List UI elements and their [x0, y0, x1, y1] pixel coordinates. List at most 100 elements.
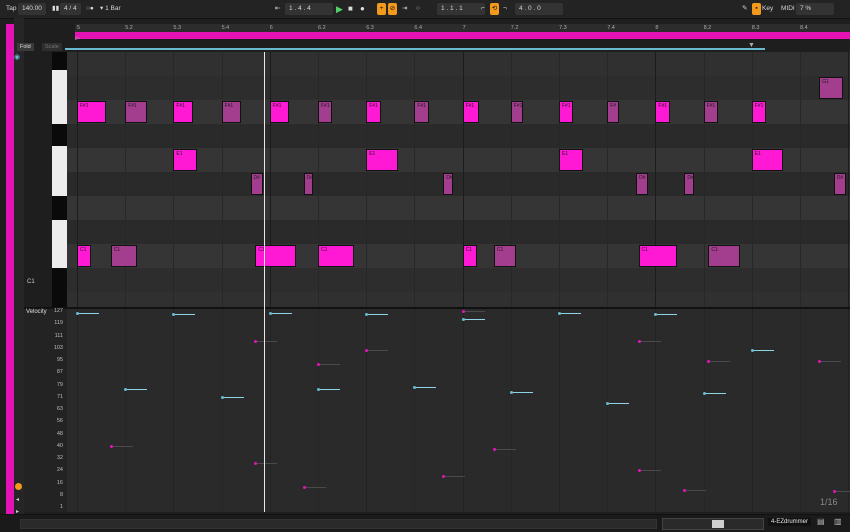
velocity-handle[interactable] [317, 362, 320, 366]
quantize-select[interactable]: ▾ 1 Bar [100, 3, 121, 15]
midi-note[interactable]: F#1 [559, 101, 574, 123]
black-key[interactable] [52, 196, 67, 220]
midi-note[interactable]: F#1 [269, 101, 290, 123]
groove-icon[interactable]: ○● [86, 3, 94, 15]
midi-note[interactable]: D# [303, 173, 314, 195]
scale-button[interactable]: Scale [42, 43, 62, 51]
velocity-marker[interactable] [461, 310, 485, 313]
pitch-lane[interactable] [67, 76, 850, 100]
velocity-marker[interactable] [654, 313, 678, 317]
play-button[interactable]: ▶ [336, 3, 343, 15]
midi-note[interactable]: F#1 [125, 101, 147, 123]
pitch-lane[interactable] [67, 172, 850, 196]
black-key[interactable] [52, 124, 67, 146]
midi-note[interactable]: F#1 [655, 101, 670, 123]
velocity-marker[interactable] [818, 359, 842, 363]
loop-switch-button[interactable]: ⟲ [490, 3, 499, 15]
midi-note[interactable]: F#1 [173, 101, 193, 123]
tempo-field[interactable]: 140.00 [18, 3, 46, 15]
midi-note[interactable]: C1 [638, 245, 678, 267]
key-map-button[interactable]: Key [762, 3, 773, 15]
pitch-lane[interactable] [67, 124, 850, 148]
overview-thumb[interactable] [712, 520, 724, 528]
record-button[interactable]: ● [360, 3, 365, 15]
velocity-handle[interactable] [461, 317, 465, 321]
capture-icon[interactable]: ⇥ [402, 3, 407, 15]
midi-note[interactable]: D# [443, 173, 453, 195]
midi-note[interactable]: E1 [751, 149, 784, 171]
midi-note[interactable]: F#1 [703, 101, 719, 123]
velocity-handle[interactable] [707, 359, 711, 363]
velocity-marker[interactable] [109, 445, 133, 449]
song-position-field[interactable]: 1 . 4 . 4 [285, 3, 333, 15]
loop-length-field[interactable]: 4 . 0 . 0 [515, 3, 563, 15]
velocity-handle[interactable] [606, 401, 610, 405]
note-editor-grid[interactable]: F#1 F#1 F#1 F#1 F#1 F#1 F#1 F#1 F#1 F#1 F#1 F# F#1 F#… [67, 52, 850, 307]
velocity-marker[interactable] [509, 390, 533, 394]
velocity-handle[interactable] [220, 395, 224, 399]
midi-note[interactable]: D# [250, 173, 263, 195]
automation-arm-button[interactable]: ⊘ [388, 3, 397, 15]
piano-keyboard[interactable] [52, 52, 67, 316]
loop-brace[interactable] [65, 48, 765, 50]
punch-in-icon[interactable]: ⌐ [481, 3, 485, 15]
midi-note[interactable]: E1 [366, 149, 398, 171]
velocity-handle[interactable] [365, 348, 369, 352]
midi-map-button[interactable]: MIDI [781, 3, 795, 15]
midi-note[interactable]: F#1 [414, 101, 429, 123]
velocity-marker[interactable] [302, 485, 326, 489]
velocity-lane[interactable] [67, 309, 850, 512]
midi-note[interactable]: D# [636, 173, 649, 195]
midi-note[interactable]: F#1 [366, 101, 381, 123]
midi-note[interactable]: E1 [173, 149, 198, 171]
loop-start-marker-icon[interactable]: ▻ [75, 34, 80, 42]
velocity-handle[interactable] [109, 445, 113, 449]
velocity-handle[interactable] [683, 488, 687, 492]
midi-note[interactable]: C1 [110, 245, 138, 267]
velocity-marker[interactable] [606, 401, 630, 405]
velocity-marker[interactable] [413, 386, 437, 390]
follow-icon[interactable]: ⇤ [275, 3, 280, 15]
midi-note[interactable]: F#1 [510, 101, 523, 123]
velocity-handle[interactable] [268, 311, 272, 315]
pitch-lane[interactable] [67, 196, 850, 220]
velocity-handle[interactable] [509, 390, 513, 394]
velocity-marker[interactable] [220, 395, 244, 399]
velocity-marker[interactable] [254, 339, 278, 343]
velocity-handle[interactable] [832, 490, 836, 494]
velocity-handle[interactable] [750, 348, 754, 352]
launch-icon[interactable] [15, 483, 22, 490]
velocity-marker[interactable] [76, 311, 99, 315]
envelope-icon[interactable]: ◂ [16, 496, 19, 503]
pitch-lane[interactable] [67, 292, 850, 307]
clip-region-bar[interactable] [75, 32, 850, 39]
velocity-handle[interactable] [302, 485, 306, 489]
velocity-marker[interactable] [268, 311, 292, 315]
midi-clip-icon[interactable]: ▤ [817, 517, 825, 526]
velocity-marker[interactable] [461, 317, 485, 321]
session-record-icon[interactable]: ○ [416, 3, 420, 15]
velocity-marker[interactable] [254, 462, 278, 466]
pitch-lane[interactable] [67, 268, 850, 292]
midi-note[interactable]: D# [684, 173, 694, 195]
pitch-lane[interactable] [67, 52, 850, 76]
midi-note[interactable]: F#1 [462, 101, 480, 123]
time-signature-field[interactable]: 4 / 4 [60, 3, 81, 15]
midi-note[interactable]: C1 [318, 245, 355, 267]
midi-note[interactable]: F#1 [318, 101, 333, 123]
midi-note[interactable]: F# [607, 101, 620, 123]
fold-button[interactable]: Fold [17, 43, 34, 51]
draw-mode-icon[interactable]: ✎ [742, 3, 747, 15]
velocity-handle[interactable] [254, 462, 258, 466]
velocity-marker[interactable] [172, 313, 196, 317]
velocity-handle[interactable] [637, 468, 641, 472]
velocity-handle[interactable] [317, 387, 320, 391]
velocity-handle[interactable] [365, 313, 369, 317]
black-key[interactable] [52, 268, 67, 292]
velocity-marker[interactable] [442, 474, 466, 478]
velocity-handle[interactable] [124, 387, 128, 391]
midi-note[interactable]: D# [833, 173, 846, 195]
key-map-icon[interactable]: ▪ [752, 3, 761, 15]
velocity-marker[interactable] [683, 488, 707, 492]
tap-tempo-button[interactable]: Tap [6, 3, 16, 15]
